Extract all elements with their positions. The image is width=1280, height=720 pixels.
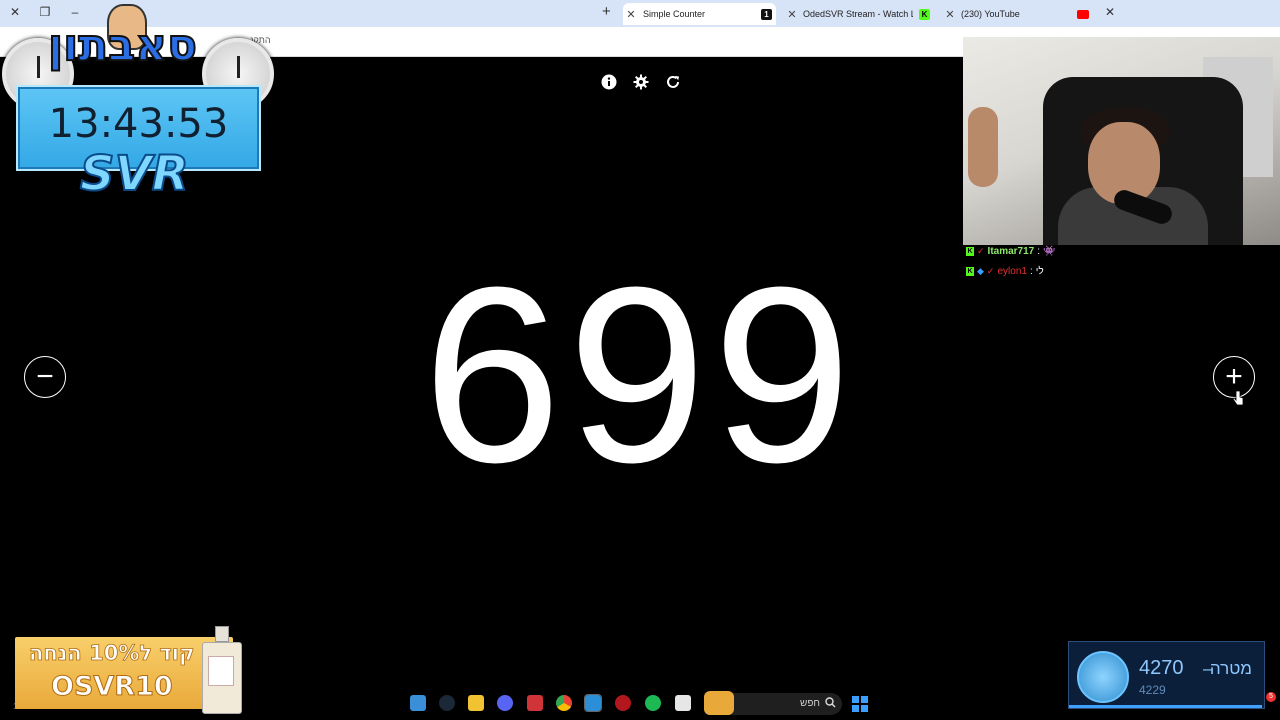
plus-icon: + [1225, 360, 1243, 393]
timer-value: 13:43:53 [48, 101, 229, 147]
goal-current-count: 4229 [1139, 683, 1166, 697]
verified-badge-icon: ✓ [986, 266, 995, 276]
tab-favicon-icon: 1 [761, 8, 772, 20]
kick-badge-icon: K [966, 247, 974, 256]
subathon-logo: סאבתון [47, 19, 198, 72]
chat-separator: : [1029, 266, 1033, 277]
taskbar-spotify-icon[interactable] [645, 695, 661, 711]
counter-value: 699 [422, 235, 858, 514]
chat-text: 👾 [1043, 246, 1056, 257]
goal-label: מטרה [1209, 659, 1252, 678]
kick-badge-icon: K [966, 267, 974, 276]
tab-title: (230) YouTube [961, 9, 1020, 19]
tab-youtube[interactable]: ✕ (230) YouTube [942, 3, 1092, 25]
decrement-button[interactable]: − [24, 356, 66, 398]
taskbar-discord-icon[interactable] [497, 695, 513, 711]
tab-title: Simple Counter [643, 9, 706, 19]
tab-simple-counter[interactable]: ✕ Simple Counter 1 [623, 3, 776, 25]
chat-username: eylon1 [997, 266, 1027, 277]
hand-cursor-icon [1232, 390, 1244, 406]
youtube-favicon-icon [1077, 9, 1089, 19]
info-icon[interactable] [600, 73, 618, 91]
reset-icon[interactable] [664, 73, 682, 91]
taskbar-obs-icon[interactable] [615, 695, 631, 711]
search-highlight-icon [704, 691, 734, 715]
svr-logo: SVR [79, 145, 190, 203]
chat-username: Itamar717 [987, 246, 1035, 257]
tab-title: OdedSVR Stream - Watch Live [803, 9, 913, 19]
kick-favicon-icon: K [919, 8, 930, 20]
chat-message: K ✓ Itamar717 : 👾 [966, 246, 1055, 257]
close-window-icon[interactable]: ✕ [6, 5, 24, 19]
minus-icon: − [36, 360, 54, 393]
chat-separator: : [1037, 246, 1041, 257]
close-tab-icon[interactable]: ✕ [942, 8, 958, 21]
screen: ✕ ❐ – + ✕ Simple Counter 1 ✕ OdedSVR Str… [0, 0, 1280, 720]
close-tab-icon[interactable]: ✕ [623, 8, 639, 21]
chat-message: K ◆ ✓ eylon1 : לי [966, 266, 1044, 277]
verified-badge-icon: ✓ [977, 246, 985, 256]
taskbar-app-icon[interactable] [527, 695, 543, 711]
notification-badge-icon[interactable]: 5 [1266, 692, 1276, 702]
search-icon [825, 697, 836, 711]
settings-icon[interactable] [632, 73, 650, 91]
sponsor-code: OSVR10 [51, 671, 174, 703]
tab-odedsvr-stream[interactable]: ✕ OdedSVR Stream - Watch Live K [784, 3, 934, 25]
taskbar-chrome-icon[interactable] [556, 695, 572, 711]
restore-window-icon[interactable]: ❐ [36, 5, 54, 19]
webcam-feed [963, 37, 1280, 245]
taskbar-window-icon[interactable] [675, 695, 691, 711]
new-tab-button[interactable]: + [602, 3, 611, 20]
minimize-window-icon[interactable]: – [66, 5, 84, 19]
close-tab-icon[interactable]: ✕ [1101, 5, 1119, 19]
taskbar-folder-icon[interactable] [468, 695, 484, 711]
sub-goal-widget: 4270 – מטרה 4229 [1068, 641, 1265, 709]
chat-text: לי [1035, 266, 1044, 277]
gem-badge-icon: ◆ [977, 266, 984, 276]
taskbar-active-app-icon[interactable] [584, 694, 602, 712]
search-label: חפש [800, 698, 820, 709]
goal-target: 4270 [1139, 657, 1184, 679]
taskbar-steam-icon[interactable] [439, 695, 455, 711]
windows-start-icon[interactable] [852, 696, 868, 712]
taskbar-search[interactable]: חפש [704, 691, 842, 715]
sponsor-discount-text: קוד ל10% הנחה [29, 641, 195, 666]
taskbar-photos-icon[interactable] [410, 695, 426, 711]
goal-avatar [1077, 651, 1129, 703]
perfume-bottle-image [200, 626, 244, 714]
close-tab-icon[interactable]: ✕ [784, 8, 800, 21]
goal-progress-bar [1069, 705, 1263, 708]
counter-toolbar [600, 73, 682, 91]
